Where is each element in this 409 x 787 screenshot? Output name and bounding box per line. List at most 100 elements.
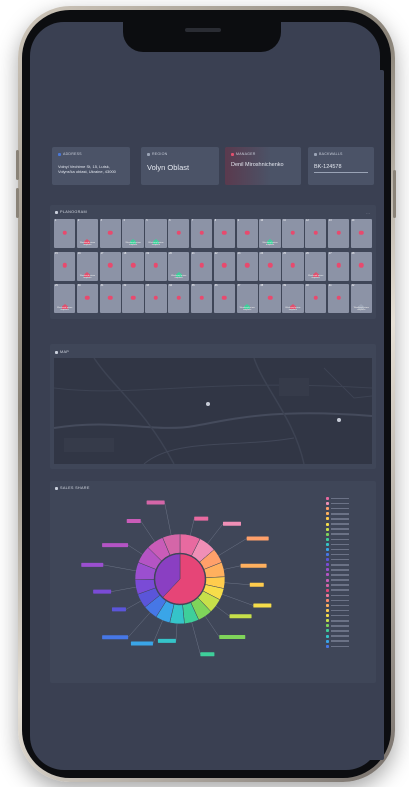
planogram-cell[interactable]: 14	[350, 219, 372, 248]
planogram-cell-number: 21	[191, 251, 195, 255]
planogram-cell[interactable]: 16 Weekend prime outplace	[76, 251, 99, 281]
empty-slot-icon	[62, 263, 67, 268]
legend-swatch	[326, 644, 329, 648]
planogram-cell[interactable]: 27	[327, 251, 350, 281]
legend-label-placeholder	[331, 599, 349, 602]
legend-swatch	[326, 639, 329, 643]
planogram-cell[interactable]: 33	[145, 284, 167, 313]
planogram-cell[interactable]: 8	[213, 219, 236, 248]
planogram-cell-number: 30	[77, 284, 81, 287]
map-pin-icon[interactable]	[206, 402, 210, 406]
planogram-cell[interactable]: 26 Weekend prime outplace	[305, 251, 327, 281]
planogram-cell[interactable]: 34	[168, 284, 190, 313]
legend-swatch	[326, 583, 329, 587]
planogram-cell[interactable]: 20 Weekend prime outplace	[168, 251, 190, 281]
planogram-cell[interactable]: 2 Weekend prime outplace	[76, 219, 99, 248]
planogram-cell[interactable]: 7	[190, 219, 213, 248]
planogram-cell-number: 8	[214, 219, 217, 222]
planogram-title: PLANOGRAM	[55, 210, 87, 214]
planogram-cell[interactable]: 38	[259, 284, 281, 313]
planogram-cell[interactable]: 17	[99, 251, 121, 281]
legend-swatch	[326, 497, 329, 501]
planogram-cell[interactable]: 1	[54, 219, 76, 248]
planogram-cell-number: 26	[306, 251, 309, 255]
planogram-cell[interactable]: 39 Weekend prime outplace	[282, 284, 304, 313]
volume-up-button	[16, 150, 19, 180]
planogram-cell[interactable]: 42 Weekend prime outplace	[350, 284, 372, 313]
planogram-cell[interactable]: 9	[236, 219, 258, 248]
empty-slot-icon	[336, 263, 341, 268]
manager-value: Denil Miroshnichenko	[231, 162, 284, 168]
legend-label-placeholder	[331, 579, 349, 581]
sunburst-leader-line	[207, 523, 224, 544]
planogram-cell-label: Weekend prime outplace	[79, 242, 96, 246]
empty-slot-icon	[359, 263, 364, 268]
legend-label-placeholder	[331, 620, 349, 622]
planogram-cell[interactable]: 18	[122, 251, 144, 281]
map-title-text: MAP	[60, 350, 70, 354]
planogram-cell[interactable]: 31	[99, 284, 121, 313]
planogram-cell[interactable]: 21	[190, 251, 213, 281]
planogram-cell[interactable]: 29 Weekend prime outplace	[54, 284, 76, 313]
planogram-cell[interactable]: 36	[213, 284, 236, 313]
planogram-cell[interactable]: 25	[282, 251, 304, 281]
sunburst-leader-line	[224, 582, 250, 585]
legend-swatch	[326, 553, 329, 557]
planogram-cell[interactable]: 41	[327, 284, 350, 313]
planogram-cell-number: 12	[306, 219, 309, 222]
planogram-cell-number: 39	[283, 284, 286, 287]
planogram-cell-number: 40	[306, 284, 309, 287]
planogram-cell[interactable]: 12	[305, 219, 327, 248]
planogram-cell[interactable]: 3	[99, 219, 121, 248]
planogram-cell[interactable]: 13	[327, 219, 350, 248]
planogram-more-icon[interactable]: …	[366, 210, 370, 215]
planogram-cell[interactable]: 19	[145, 251, 167, 281]
planogram-cell-number: 17	[100, 251, 104, 255]
empty-slot-icon	[222, 295, 227, 301]
legend-label-placeholder	[331, 584, 349, 586]
planogram-cell[interactable]: 11	[282, 219, 304, 248]
empty-slot-icon	[244, 230, 250, 236]
backwalls-card[interactable]: BACKWALLS BK-124578	[308, 147, 374, 185]
legend-item[interactable]	[326, 644, 349, 649]
planogram-cell[interactable]: 24	[259, 251, 281, 281]
backwalls-label: BACKWALLS	[319, 152, 343, 156]
sunburst-leader-line	[103, 564, 136, 572]
planogram-cell[interactable]: 4 Weekend prime outplace	[122, 219, 144, 248]
planogram-cell[interactable]: 32	[122, 284, 144, 313]
power-button	[393, 170, 396, 218]
legend-swatch	[326, 624, 329, 628]
manager-card[interactable]: MANAGER Denil Miroshnichenko	[225, 147, 301, 185]
house-icon	[244, 296, 251, 309]
map-view[interactable]	[54, 358, 372, 464]
backwalls-value: BK-124578	[314, 164, 342, 170]
house-icon	[358, 296, 365, 309]
legend-swatch	[326, 588, 329, 592]
planogram-cell[interactable]: 30	[76, 284, 99, 313]
legend-swatch	[326, 604, 329, 608]
sunburst-label-tag	[130, 641, 153, 646]
legend-label-placeholder	[331, 594, 349, 597]
planogram-cell[interactable]: 22	[213, 251, 236, 281]
address-card[interactable]: ADDRESS Volnyi Vechirne St, 15, Lutsk, V…	[52, 147, 130, 185]
planogram-cell-label: Weekend prime outplace	[57, 307, 73, 311]
planogram-cell[interactable]: 35	[190, 284, 213, 313]
planogram-cell[interactable]: 15	[54, 251, 76, 281]
sunburst-leader-line	[128, 544, 143, 555]
sunburst-leader-line	[164, 502, 172, 535]
empty-slot-icon	[313, 295, 318, 301]
planogram-cell[interactable]: 28	[350, 251, 372, 281]
planogram-cell[interactable]: 5 Weekend prime outplace	[145, 219, 167, 248]
planogram-cell-label: Weekend prime outplace	[125, 242, 141, 246]
region-card[interactable]: REGION Volyn Oblast	[141, 147, 219, 185]
map-pin-icon[interactable]	[337, 418, 341, 422]
sunburst-leader-line	[175, 623, 178, 641]
planogram-cell[interactable]: 6	[168, 219, 190, 248]
planogram-cell[interactable]: 10 Weekend prime outplace	[259, 219, 281, 248]
planogram-cell[interactable]: 37 Weekend prime outplace	[236, 284, 258, 313]
legend-label-placeholder	[331, 614, 349, 617]
planogram-cell[interactable]: 23	[236, 251, 258, 281]
planogram-cell[interactable]: 40	[305, 284, 327, 313]
sunburst-leader-line	[205, 616, 220, 638]
planogram-title-text: PLANOGRAM	[60, 210, 87, 214]
